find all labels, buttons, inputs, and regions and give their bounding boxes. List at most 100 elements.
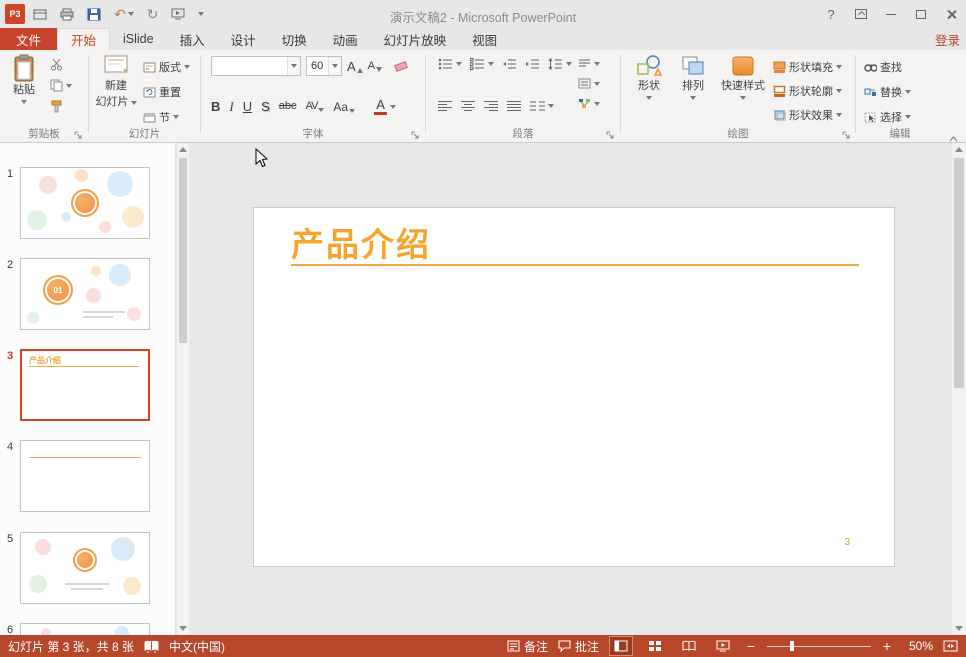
collapse-ribbon-button[interactable]: [949, 131, 958, 142]
tab-animations[interactable]: 动画: [320, 28, 371, 50]
touch-mode-icon[interactable]: [33, 6, 47, 22]
zoom-out-button[interactable]: −: [745, 639, 757, 653]
align-text-button[interactable]: [578, 78, 600, 89]
zoom-in-button[interactable]: +: [881, 639, 893, 653]
numbering-button[interactable]: [470, 58, 494, 70]
scroll-down-button[interactable]: [177, 622, 189, 635]
underline-button[interactable]: U: [243, 100, 252, 113]
tab-file[interactable]: 文件: [0, 28, 57, 50]
bullets-button[interactable]: [438, 58, 462, 70]
convert-smartart-button[interactable]: [578, 98, 600, 109]
font-size-combo[interactable]: 60: [306, 56, 342, 76]
slide-counter[interactable]: 幻灯片 第 3 张，共 8 张: [8, 638, 134, 655]
section-button[interactable]: 节: [143, 109, 190, 125]
thumbnail-preview[interactable]: [20, 623, 150, 635]
italic-button[interactable]: I: [229, 100, 233, 113]
increase-indent-button[interactable]: [525, 58, 540, 70]
scrollbar-thumb[interactable]: [179, 158, 187, 343]
text-shadow-button[interactable]: S: [261, 100, 270, 113]
zoom-slider[interactable]: [767, 640, 871, 652]
canvas-scrollbar[interactable]: [951, 143, 966, 635]
slide-thumbnail-6[interactable]: 6: [0, 623, 175, 635]
zoom-slider-thumb[interactable]: [789, 641, 794, 651]
slide-editing-area[interactable]: 产品介绍 3: [189, 143, 951, 635]
shapes-button[interactable]: 形状: [629, 54, 669, 100]
shape-fill-button[interactable]: 形状填充: [773, 59, 842, 75]
comments-button[interactable]: 批注: [558, 638, 599, 655]
tab-slideshow[interactable]: 幻灯片放映: [371, 28, 460, 50]
replace-button[interactable]: 替换: [864, 84, 911, 100]
decrease-font-button[interactable]: A: [368, 60, 383, 72]
reset-button[interactable]: 重置: [143, 84, 190, 100]
slide-thumbnail-2[interactable]: 2 01: [0, 258, 175, 330]
layout-button[interactable]: 版式: [143, 59, 190, 75]
strikethrough-button[interactable]: abc: [279, 101, 297, 112]
bold-button[interactable]: B: [211, 100, 220, 113]
slide-thumbnail-3-selected[interactable]: 3 产品介绍: [0, 349, 175, 421]
paste-button[interactable]: 粘贴: [6, 54, 42, 104]
tab-transitions[interactable]: 切换: [269, 28, 320, 50]
minimize-button[interactable]: [876, 0, 906, 28]
columns-button[interactable]: [530, 100, 554, 112]
scroll-down-button[interactable]: [952, 622, 966, 635]
scroll-up-button[interactable]: [177, 143, 189, 156]
thumbnail-preview[interactable]: 01: [20, 258, 150, 330]
thumbnail-preview[interactable]: [20, 440, 150, 512]
tab-view[interactable]: 视图: [459, 28, 510, 50]
tab-islide[interactable]: iSlide: [110, 28, 167, 50]
ribbon-display-options-button[interactable]: [846, 0, 876, 28]
thumbnail-preview[interactable]: [20, 167, 150, 239]
format-painter-button[interactable]: [50, 100, 72, 113]
zoom-level[interactable]: 50%: [903, 639, 933, 653]
start-slideshow-icon[interactable]: [171, 6, 185, 22]
thumbnail-scrollbar[interactable]: [176, 143, 189, 635]
fit-slide-to-window-button[interactable]: [943, 640, 958, 652]
powerpoint-app-icon[interactable]: P3: [5, 4, 25, 24]
slide-canvas[interactable]: 产品介绍 3: [253, 207, 895, 567]
font-color-button[interactable]: A: [374, 98, 388, 115]
slide-thumbnail-1[interactable]: 1: [0, 167, 175, 239]
slide-thumbnail-4[interactable]: 4: [0, 440, 175, 512]
slide-title-text[interactable]: 产品介绍: [291, 218, 431, 266]
select-button[interactable]: 选择: [864, 109, 911, 125]
sign-in-link[interactable]: 登录: [935, 28, 960, 50]
slideshow-view-button[interactable]: [711, 636, 735, 656]
print-icon[interactable]: [60, 6, 74, 22]
find-button[interactable]: 查找: [864, 59, 911, 75]
reading-view-button[interactable]: [677, 636, 701, 656]
justify-button[interactable]: [507, 100, 522, 112]
align-left-button[interactable]: [438, 100, 453, 112]
language-indicator[interactable]: 中文(中国): [169, 638, 225, 655]
slide-thumbnail-5[interactable]: 5: [0, 532, 175, 604]
arrange-button[interactable]: 排列: [673, 54, 713, 100]
increase-font-button[interactable]: A: [347, 60, 363, 73]
font-size-dropdown[interactable]: [328, 57, 341, 75]
scroll-up-button[interactable]: [952, 143, 966, 156]
maximize-button[interactable]: [906, 0, 936, 28]
redo-icon[interactable]: ↻: [147, 6, 159, 22]
tab-design[interactable]: 设计: [218, 28, 269, 50]
help-button[interactable]: ?: [816, 0, 846, 28]
copy-button[interactable]: [50, 79, 72, 92]
scrollbar-thumb[interactable]: [954, 158, 964, 388]
save-icon[interactable]: [87, 6, 101, 22]
tab-insert[interactable]: 插入: [167, 28, 218, 50]
notes-button[interactable]: 备注: [507, 638, 548, 655]
thumbnail-preview[interactable]: [20, 532, 150, 604]
slide-sorter-view-button[interactable]: [643, 636, 667, 656]
character-spacing-button[interactable]: AV: [306, 101, 325, 112]
clear-formatting-button[interactable]: [394, 60, 408, 72]
undo-button[interactable]: ↶: [114, 6, 134, 22]
align-center-button[interactable]: [461, 100, 476, 112]
shape-outline-button[interactable]: 形状轮廓: [773, 83, 842, 99]
align-right-button[interactable]: [484, 100, 499, 112]
quick-styles-button[interactable]: 快速样式: [717, 54, 769, 100]
change-case-button[interactable]: Aa: [333, 101, 356, 113]
spell-check-button[interactable]: [144, 640, 159, 653]
line-spacing-button[interactable]: [548, 58, 572, 70]
font-name-combo[interactable]: [211, 56, 301, 76]
new-slide-button[interactable]: 新建 幻灯片: [94, 54, 138, 110]
thumbnail-preview[interactable]: 产品介绍: [20, 349, 150, 421]
font-name-dropdown[interactable]: [287, 57, 300, 75]
cut-button[interactable]: [50, 58, 72, 71]
